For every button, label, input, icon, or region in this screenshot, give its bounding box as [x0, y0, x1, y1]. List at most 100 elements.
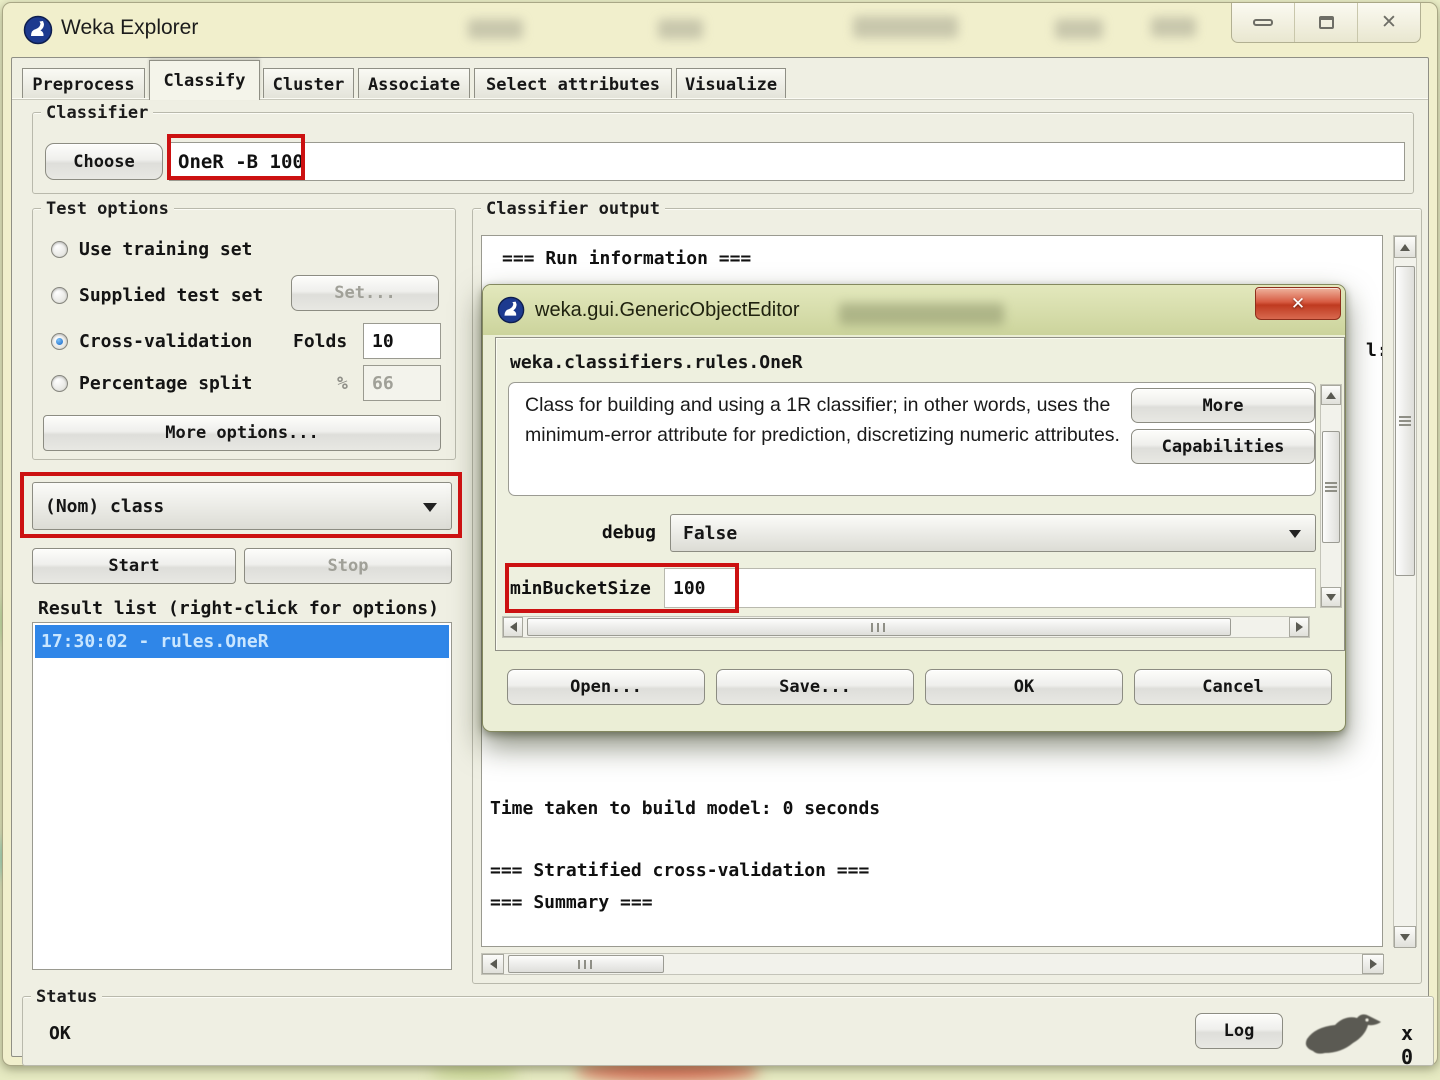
maximize-button[interactable] — [1294, 3, 1357, 42]
radio-cross-validation[interactable] — [51, 333, 68, 350]
window-title: Weka Explorer — [61, 16, 199, 39]
status-text: OK — [49, 1023, 71, 1044]
more-button[interactable]: More — [1131, 388, 1315, 423]
tab-associate[interactable]: Associate — [358, 68, 470, 100]
scrollbar-thumb[interactable] — [508, 955, 664, 973]
class-attribute-combobox[interactable]: (Nom) class — [32, 482, 452, 530]
dialog-close-button[interactable]: ✕ — [1255, 287, 1341, 320]
dialog-horizontal-scrollbar[interactable] — [502, 616, 1310, 638]
classifier-spec-field[interactable]: OneR -B 100 — [169, 142, 1405, 181]
choose-classifier-button[interactable]: Choose — [45, 143, 163, 180]
capabilities-button[interactable]: Capabilities — [1131, 429, 1315, 464]
scroll-left-button[interactable] — [503, 617, 523, 637]
scroll-right-button[interactable] — [1289, 617, 1309, 637]
debug-label: debug — [601, 522, 656, 543]
output-run-information: === Run information === — [502, 248, 752, 269]
radio-percentage-split[interactable] — [51, 375, 68, 392]
folds-input[interactable] — [363, 323, 441, 359]
scrollbar-thumb[interactable] — [1395, 266, 1415, 576]
output-horizontal-scrollbar[interactable] — [481, 953, 1384, 975]
use-training-set-label: Use training set — [79, 239, 253, 260]
ok-button[interactable]: OK — [925, 669, 1123, 705]
thumb-grip — [1325, 482, 1337, 492]
redacted-text — [839, 303, 1004, 325]
test-options-group-label: Test options — [41, 199, 174, 219]
min-bucket-size-input[interactable] — [664, 568, 1316, 608]
set-test-set-button[interactable]: Set... — [291, 275, 439, 311]
percentage-split-label: Percentage split — [79, 373, 253, 394]
percent-label: % — [337, 373, 348, 394]
cross-validation-label: Cross-validation — [79, 331, 253, 352]
background-smudge — [430, 1066, 520, 1080]
classifier-class-name: weka.classifiers.rules.OneR — [510, 352, 803, 373]
tab-classify[interactable]: Classify — [149, 60, 260, 100]
tab-preprocess[interactable]: Preprocess — [22, 68, 145, 100]
chevron-down-icon — [423, 503, 437, 512]
arrow-left-icon — [489, 959, 497, 969]
stop-button[interactable]: Stop — [244, 548, 452, 584]
save-button[interactable]: Save... — [716, 669, 914, 705]
arrow-down-icon — [1400, 933, 1410, 941]
maximize-icon — [1318, 16, 1334, 29]
output-time-taken: Time taken to build model: 0 seconds — [490, 798, 881, 819]
debug-value: False — [683, 522, 738, 544]
generic-object-editor-dialog: weka.gui.GenericObjectEditor ✕ weka.clas… — [482, 284, 1346, 732]
arrow-left-icon — [509, 622, 517, 632]
scrollbar-thumb[interactable] — [1322, 431, 1340, 543]
redacted-text — [1151, 17, 1196, 37]
classifier-output-group-label: Classifier output — [481, 199, 665, 219]
scroll-down-button[interactable] — [1394, 926, 1416, 948]
arrow-right-icon — [1369, 959, 1377, 969]
arrow-up-icon — [1400, 243, 1410, 251]
supplied-test-set-label: Supplied test set — [79, 285, 264, 306]
result-list: 17:30:02 - rules.OneR — [32, 622, 452, 970]
open-button[interactable]: Open... — [507, 669, 705, 705]
output-stratified: === Stratified cross-validation === — [490, 860, 870, 881]
scroll-up-button[interactable] — [1394, 236, 1416, 258]
scroll-down-button[interactable] — [1321, 587, 1341, 607]
close-icon: ✕ — [1381, 12, 1397, 33]
dialog-title: weka.gui.GenericObjectEditor — [535, 299, 800, 321]
redacted-text — [468, 19, 523, 39]
folds-label: Folds — [293, 331, 348, 352]
scrollbar-thumb[interactable] — [527, 618, 1231, 636]
redacted-text — [853, 16, 958, 38]
arrow-right-icon — [1295, 622, 1303, 632]
thumb-grip — [871, 622, 887, 632]
more-options-button[interactable]: More options... — [43, 415, 441, 451]
classifier-groupbox: Classifier Choose OneR -B 100 — [32, 103, 1414, 194]
thumb-grip — [1399, 416, 1411, 426]
cancel-button[interactable]: Cancel — [1134, 669, 1332, 705]
percent-input[interactable] — [363, 365, 441, 401]
start-button[interactable]: Start — [32, 548, 236, 584]
output-clipped-fragment: l: — [1366, 340, 1382, 361]
tab-cluster[interactable]: Cluster — [263, 68, 354, 100]
radio-supplied-test-set[interactable] — [51, 287, 68, 304]
thumb-grip — [578, 959, 594, 969]
scroll-left-button[interactable] — [482, 954, 504, 974]
dialog-title-bar[interactable]: weka.gui.GenericObjectEditor ✕ — [483, 285, 1345, 335]
tab-select-attributes[interactable]: Select attributes — [474, 68, 672, 100]
weka-counter: x 0 — [1401, 1021, 1414, 1069]
redacted-text — [658, 19, 703, 39]
tab-visualize[interactable]: Visualize — [676, 68, 786, 100]
weka-bird-icon — [1305, 1014, 1381, 1054]
title-bar[interactable]: Weka Explorer ✕ — [3, 3, 1437, 57]
radio-use-training-set[interactable] — [51, 241, 68, 258]
result-list-item[interactable]: 17:30:02 - rules.OneR — [35, 625, 449, 658]
arrow-down-icon — [1326, 593, 1336, 601]
dialog-vertical-scrollbar[interactable] — [1320, 384, 1342, 608]
status-groupbox: Status OK Log x 0 — [22, 987, 1434, 1069]
output-vertical-scrollbar[interactable] — [1393, 235, 1417, 948]
class-attribute-value: (Nom) class — [45, 495, 165, 517]
close-button[interactable]: ✕ — [1357, 3, 1420, 42]
about-panel: Class for building and using a 1R classi… — [508, 382, 1316, 496]
scroll-right-button[interactable] — [1362, 954, 1384, 974]
status-group-label: Status — [31, 987, 103, 1007]
scroll-up-button[interactable] — [1321, 385, 1341, 405]
minimize-button[interactable] — [1232, 3, 1294, 42]
dialog-content-panel: weka.classifiers.rules.OneR Class for bu… — [495, 337, 1345, 651]
log-button[interactable]: Log — [1195, 1013, 1283, 1049]
classifier-group-label: Classifier — [41, 103, 154, 123]
debug-combobox[interactable]: False — [670, 514, 1316, 552]
